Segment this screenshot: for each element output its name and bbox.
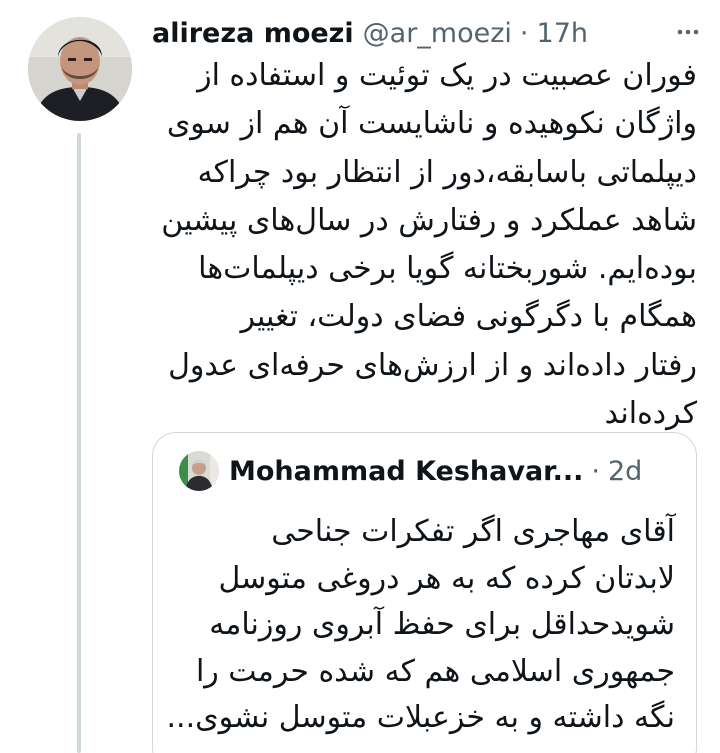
quoted-author-avatar [179,451,219,491]
quoted-tweet-card[interactable]: Mohammad Keshavar... · 2d آقای مهاجری اگ… [152,432,697,753]
author-name[interactable]: alireza moezi [152,14,354,54]
separator-dot: · [519,18,529,49]
tweet-text-line: رفتار داده‌اند و از ارزش‌های حرفه‌ای عدو… [168,347,697,383]
quoted-text-line: لابدتان کرده که به هر دروغی متوسل [218,560,675,596]
quoted-text-line: نگه داشته و به خزعبلات متوسل نشوی... [166,700,675,735]
author-handle[interactable]: @ar_moezi [363,14,512,54]
quoted-tweet-timestamp[interactable]: 2d [608,456,642,487]
quoted-text-line: آقای مهاجری اگر تفکرات جناحی [271,514,675,549]
tweet-text-line: دیپلماتی باسابقه،دور از انتظار بود چراکه [197,154,697,190]
thread-line [77,133,81,753]
quoted-text-line: شویدحداقل برای حفظ آبروی روزنامه [209,607,675,642]
tweet-timestamp[interactable]: 17h [537,14,588,54]
tweet-header: alireza moezi @ar_moezi · 17h [152,14,588,54]
quoted-author-name[interactable]: Mohammad Keshavar... [229,456,583,487]
quoted-text-line: جمهوری اسلامی هم که شده حرمت را [195,653,675,689]
author-avatar[interactable] [28,17,132,121]
tweet[interactable]: alireza moezi @ar_moezi · 17h فوران عصبی… [0,0,720,753]
tweet-text: فوران عصبیت در یک توئیت و استفاده از واژ… [152,52,697,438]
quoted-tweet-text: آقای مهاجری اگر تفکرات جناحی لابدتان کرد… [166,509,675,742]
tweet-text-line: همگام با دگرگونی فضای دولت، تغییر [240,299,697,335]
tweet-text-line: شاهد عملکرد و رفتارش در سال‌های پیشین [161,202,697,238]
tweet-text-line: بوده‌ایم. شوربختانه گویا برخی دیپلمات‌ها [198,251,697,287]
quoted-tweet-header: Mohammad Keshavar... · 2d [179,451,642,491]
tweet-text-line: فوران عصبیت در یک توئیت و استفاده از [197,58,697,93]
more-dots-icon[interactable] [676,20,700,44]
tweet-text-line: واژگان نکوهیده و ناشایست آن هم از سوی [166,106,697,142]
separator-dot: · [591,455,600,487]
